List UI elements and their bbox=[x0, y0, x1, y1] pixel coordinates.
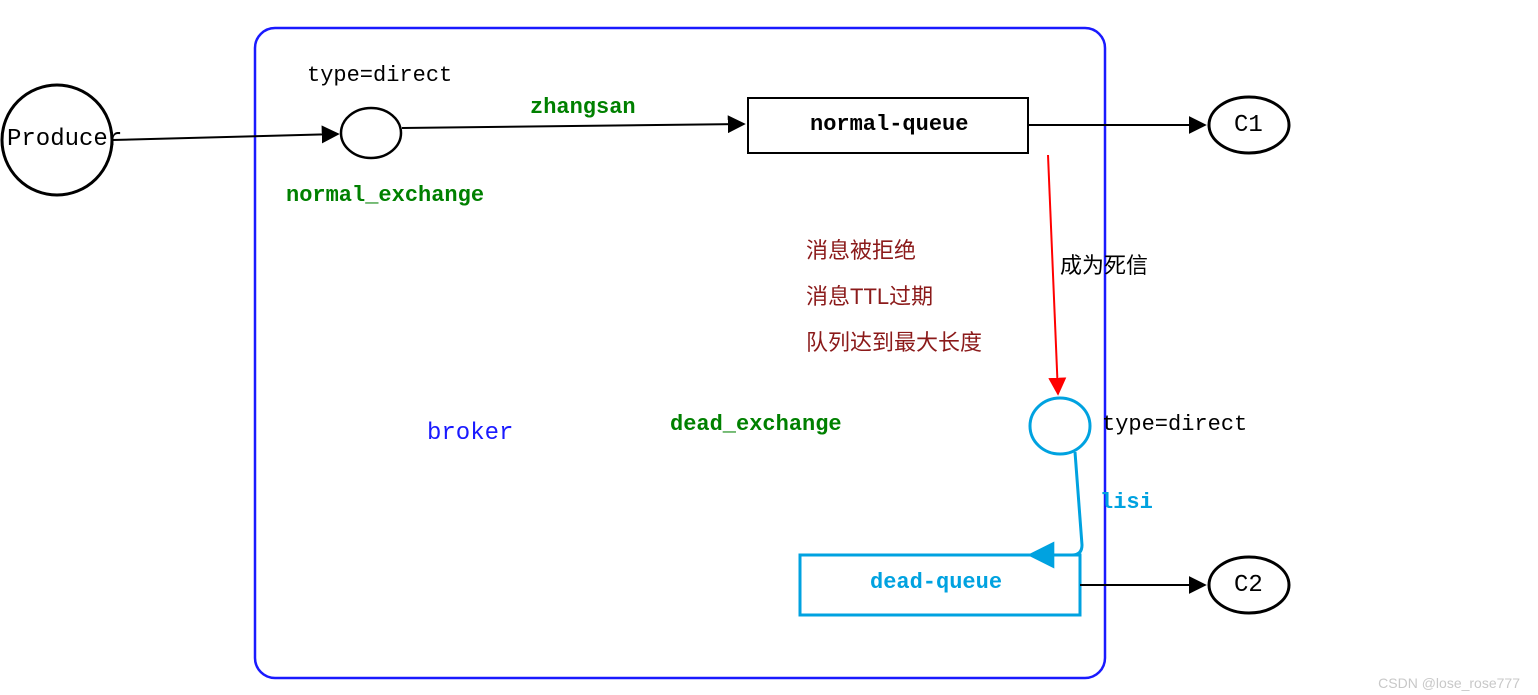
dead-letter-reason-3: 队列达到最大长度 bbox=[806, 325, 982, 357]
consumer-c1-label: C1 bbox=[1234, 112, 1263, 139]
producer-label: Producer bbox=[7, 126, 122, 153]
diagram-svg bbox=[0, 0, 1538, 695]
routing-key-lisi: lisi bbox=[1100, 490, 1153, 515]
dead-letter-reason-1: 消息被拒绝 bbox=[806, 233, 916, 265]
broker-label: broker bbox=[427, 420, 513, 447]
normal-exchange-name-label: normal_exchange bbox=[286, 183, 484, 208]
dead-exchange-name-label: dead_exchange bbox=[670, 412, 842, 437]
routing-key-zhangsan: zhangsan bbox=[530, 95, 636, 120]
normal-queue-label: normal-queue bbox=[810, 112, 968, 137]
dead-queue-label: dead-queue bbox=[870, 570, 1002, 595]
dead-exchange-type-label: type=direct bbox=[1102, 412, 1247, 437]
normal-exchange-type-label: type=direct bbox=[307, 63, 452, 88]
normal-exchange-node bbox=[341, 108, 401, 158]
dead-exchange-node bbox=[1030, 398, 1090, 454]
diagram-canvas: Producer type=direct normal_exchange zha… bbox=[0, 0, 1538, 695]
arrow-queue-to-dead-exchange bbox=[1048, 155, 1058, 394]
dead-letter-reason-2: 消息TTL过期 bbox=[806, 279, 933, 311]
arrow-producer-to-exchange bbox=[112, 134, 338, 140]
arrow-exchange-to-queue bbox=[402, 124, 744, 128]
watermark-text: CSDN @lose_rose777 bbox=[1378, 675, 1520, 691]
become-dead-letter-label: 成为死信 bbox=[1060, 248, 1148, 280]
arrow-dead-exchange-to-dead-queue bbox=[1030, 452, 1082, 555]
consumer-c2-label: C2 bbox=[1234, 572, 1263, 599]
